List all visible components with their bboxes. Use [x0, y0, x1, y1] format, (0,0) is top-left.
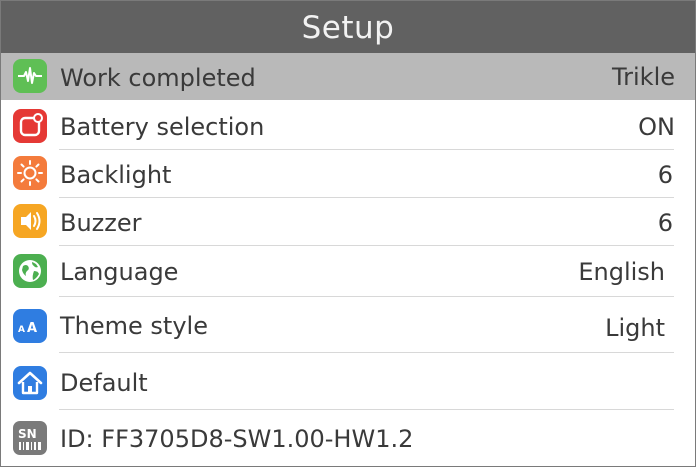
serial-number-icon: SN [13, 421, 47, 455]
setting-row-work-completed[interactable]: Work completed Trikle [1, 53, 695, 100]
setting-row-default[interactable]: Default [1, 353, 695, 410]
setting-label: Buzzer [60, 209, 142, 237]
setting-label: Backlight [60, 161, 172, 189]
speaker-icon [13, 204, 47, 238]
setting-label: Default [60, 369, 148, 397]
setting-value: English [578, 258, 665, 286]
setting-row-buzzer[interactable]: Buzzer 6 [1, 198, 695, 246]
setting-value: 6 [657, 209, 673, 237]
svg-text:A: A [27, 321, 37, 336]
setting-value: ON [638, 113, 675, 141]
svg-text:SN: SN [18, 427, 37, 441]
waveform-icon [13, 59, 47, 93]
setting-row-battery-selection[interactable]: Battery selection ON [1, 100, 695, 150]
setting-label: Theme style [60, 312, 208, 340]
home-icon [13, 366, 47, 400]
setting-row-backlight[interactable]: Backlight 6 [1, 150, 695, 198]
device-id-label: ID: FF3705D8-SW1.00-HW1.2 [60, 425, 414, 453]
sun-icon [13, 156, 47, 190]
setup-screen: Setup Work completed Trikle Battery sele… [0, 0, 696, 467]
setting-row-theme-style[interactable]: A A Theme style Light [1, 297, 695, 353]
globe-icon [13, 254, 47, 288]
font-size-icon: A A [13, 309, 47, 343]
setting-value: 6 [657, 161, 673, 189]
setting-value: Trikle [612, 63, 675, 91]
page-title: Setup [1, 1, 695, 53]
settings-list: Work completed Trikle Battery selection … [1, 53, 695, 466]
device-id-row: SN ID: FF3705D8-SW1.00-HW1.2 [1, 410, 695, 466]
battery-icon [13, 109, 47, 143]
setting-label: Work completed [60, 64, 256, 92]
setting-label: Language [60, 258, 179, 286]
svg-text:A: A [18, 325, 25, 335]
setting-label: Battery selection [60, 113, 265, 141]
setting-value: Light [605, 314, 665, 342]
setting-row-language[interactable]: Language English [1, 246, 695, 297]
